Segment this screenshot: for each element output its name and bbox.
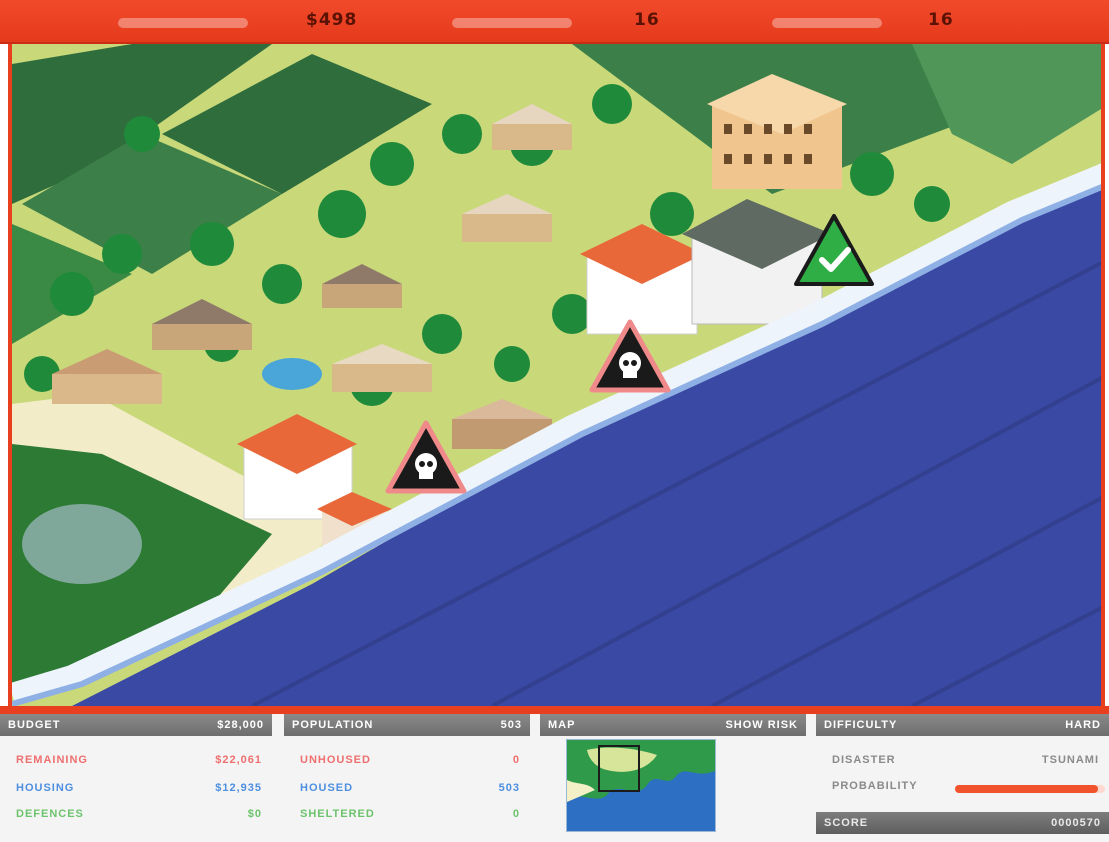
probability-bar xyxy=(955,785,1105,793)
unhoused-value: 0 xyxy=(512,754,520,766)
remaining-row: REMAINING $22,061 xyxy=(16,754,262,770)
hud-counter-2-pill xyxy=(772,18,882,28)
hud-money: $498 xyxy=(306,10,358,30)
map-header: MAP SHOW RISK xyxy=(540,714,806,736)
remaining-value: $22,061 xyxy=(215,754,262,766)
danger-marker-2[interactable] xyxy=(588,318,672,394)
probability-label: PROBABILITY xyxy=(832,780,918,792)
defences-label: DEFENCES xyxy=(16,808,84,820)
safe-marker[interactable] xyxy=(792,212,876,288)
budget-header-label: BUDGET xyxy=(8,719,61,731)
hud-counter-1-pill xyxy=(452,18,572,28)
top-hud: $498 16 16 xyxy=(0,0,1109,44)
hud-counter-1: 16 xyxy=(634,10,660,30)
population-header-label: POPULATION xyxy=(292,719,374,731)
difficulty-header-value: HARD xyxy=(1065,719,1101,731)
score-bar: SCORE 0000570 xyxy=(816,812,1109,834)
difficulty-header-label: DIFFICULTY xyxy=(824,719,898,731)
housing-label: HOUSING xyxy=(16,782,75,794)
defences-row: DEFENCES $0 xyxy=(16,808,262,824)
housed-value: 503 xyxy=(498,782,520,794)
unhoused-row: UNHOUSED 0 xyxy=(300,754,520,770)
sheltered-row: SHELTERED 0 xyxy=(300,808,520,824)
housing-row: HOUSING $12,935 xyxy=(16,782,262,798)
panel-separator xyxy=(0,706,1109,714)
remaining-label: REMAINING xyxy=(16,754,88,766)
population-header: POPULATION 503 xyxy=(284,714,530,736)
housed-row: HOUSED 503 xyxy=(300,782,520,798)
score-value: 0000570 xyxy=(1051,817,1101,829)
disaster-label: DISASTER xyxy=(832,754,896,766)
map-header-label: MAP xyxy=(548,719,576,731)
budget-header: BUDGET $28,000 xyxy=(0,714,272,736)
sheltered-value: 0 xyxy=(512,808,520,820)
housing-value: $12,935 xyxy=(215,782,262,794)
difficulty-header: DIFFICULTY HARD xyxy=(816,714,1109,736)
bottom-panel: BUDGET $28,000 REMAINING $22,061 HOUSING… xyxy=(0,714,1109,842)
disaster-row: DISASTER TSUNAMI xyxy=(832,754,1099,770)
game-frame: $498 16 16 BUDGET $28,000 REMAINING $22,… xyxy=(0,0,1109,842)
danger-marker-1[interactable] xyxy=(384,419,468,495)
score-label: SCORE xyxy=(824,817,869,829)
population-section: POPULATION 503 UNHOUSED 0 HOUSED 503 SHE… xyxy=(284,714,530,842)
budget-header-value: $28,000 xyxy=(217,719,264,731)
housed-label: HOUSED xyxy=(300,782,354,794)
probability-row: PROBABILITY xyxy=(832,780,949,796)
isometric-map[interactable] xyxy=(12,44,1105,706)
budget-section: BUDGET $28,000 REMAINING $22,061 HOUSING… xyxy=(0,714,272,842)
hud-budget-pill xyxy=(118,18,248,28)
hud-counter-2: 16 xyxy=(928,10,954,30)
show-risk-button[interactable]: SHOW RISK xyxy=(725,719,798,731)
defences-value: $0 xyxy=(247,808,262,820)
unhoused-label: UNHOUSED xyxy=(300,754,371,766)
probability-fill xyxy=(955,785,1098,793)
sheltered-label: SHELTERED xyxy=(300,808,375,820)
minimap[interactable] xyxy=(566,739,716,832)
population-header-value: 503 xyxy=(500,719,522,731)
disaster-value: TSUNAMI xyxy=(1041,754,1099,766)
game-viewport[interactable] xyxy=(8,44,1105,706)
